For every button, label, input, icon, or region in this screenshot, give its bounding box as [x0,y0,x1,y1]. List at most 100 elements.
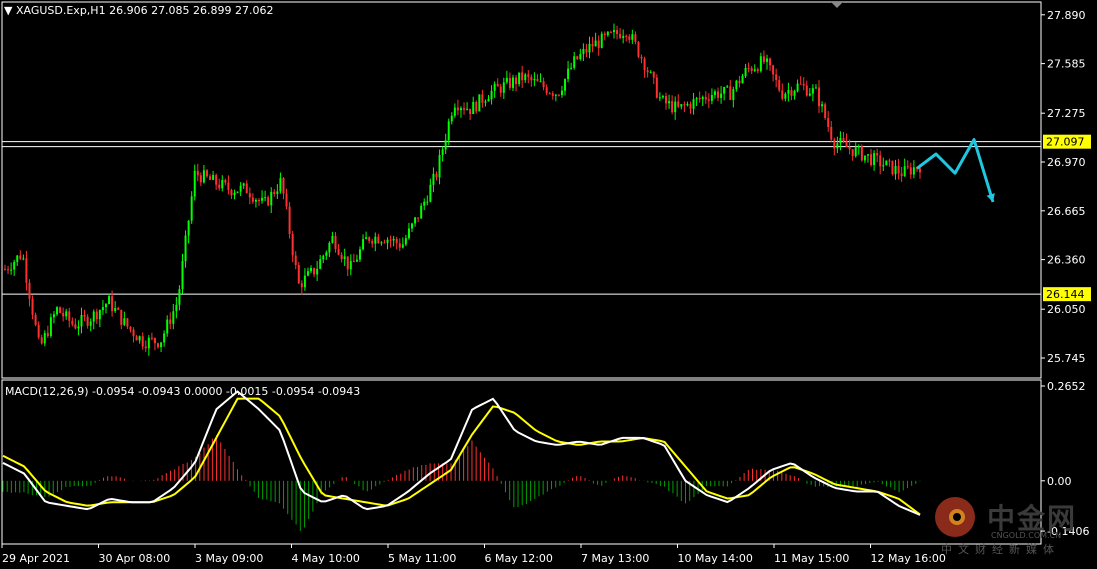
candle-body [172,311,175,324]
candle [205,168,208,178]
candle-body [784,93,787,99]
candle [386,237,389,250]
candle-body [606,31,609,36]
candle [882,157,885,171]
brand-logo-icon [935,497,975,537]
candle-body [536,78,539,82]
candle-body [261,197,264,201]
candle-body [153,338,156,344]
candle-body [343,256,346,260]
candle [744,63,747,79]
price-tick-label: 26.970 [1047,156,1086,169]
candle-body [453,107,456,116]
candle [7,265,10,275]
candle-body [548,93,551,95]
candle [502,77,505,99]
candle [564,78,567,96]
candle-body [787,89,790,94]
candle-body [297,265,300,284]
candle [187,220,190,244]
price-tick-label: 27.275 [1047,107,1086,120]
candle [322,254,325,264]
candle-body [22,258,25,260]
dropdown-arrow-icon[interactable]: ▼ [4,4,12,17]
candle [25,250,28,291]
candle-body [178,289,181,305]
candle-body [31,298,34,315]
candle [573,52,576,70]
candle [674,96,677,120]
candle-body [490,90,493,100]
candle-body [111,296,114,312]
candle-body [646,70,649,73]
candle [300,280,303,295]
candle [395,236,398,250]
candle [594,32,597,47]
candle [576,55,579,61]
candle [279,172,282,194]
candle [31,295,34,320]
candle [294,251,297,270]
candle-body [352,261,355,263]
candle [588,36,591,59]
candle-body [674,101,677,113]
candle [487,95,490,102]
candle-body [848,147,851,150]
candle [380,241,383,246]
candle [530,74,533,87]
candle-body [404,238,407,245]
candle [135,334,138,341]
candle-body [401,244,404,248]
candle-body [74,324,77,329]
candle [484,99,487,107]
candle-body [202,170,205,183]
candle-body [472,101,475,115]
symbol-label: XAGUSD.Exp,H1 [15,4,106,17]
candle-body [857,146,860,148]
time-tick-label: 5 May 11:00 [388,552,456,565]
candle [885,160,888,166]
candle [199,172,202,187]
candle-body [83,315,86,317]
candle [334,232,337,253]
candle [781,83,784,101]
candle-body [13,261,16,270]
candle-body [469,108,472,115]
candle [677,94,680,109]
candle [692,92,695,115]
candle-body [906,166,909,168]
candle-body [854,147,857,157]
candle [37,321,40,340]
candle [814,84,817,89]
macd-histogram [2,435,921,531]
candle-body [34,314,37,325]
time-tick-label: 7 May 13:00 [581,552,649,565]
candle-body [92,311,95,322]
candle-body [842,138,845,142]
forecast-arrow-line [916,138,995,203]
candle-body [166,319,169,334]
candle [508,72,511,91]
chart-canvas[interactable]: 27.890 27.585 27.275 26.970 26.665 26.360 26.0… [0,0,1097,569]
candle-body [891,160,894,175]
candle [414,216,417,227]
candle-body [459,108,462,111]
candle-body [560,90,563,96]
watermark-tagline: 中文财经新媒体 [941,543,1060,556]
candle-body [903,166,906,177]
candle [426,195,429,206]
candle [851,149,854,161]
candle-body [4,269,6,271]
candle [117,306,120,311]
candle-body [824,104,827,119]
candle [686,101,689,107]
candle [288,202,291,239]
candle-body [196,170,199,176]
candle [325,250,328,260]
candle-body [432,173,435,185]
candle-body [524,74,527,81]
price-tick-label: 26.360 [1047,254,1086,267]
candle-body [46,333,49,336]
candle [570,62,573,70]
candle [411,222,414,233]
